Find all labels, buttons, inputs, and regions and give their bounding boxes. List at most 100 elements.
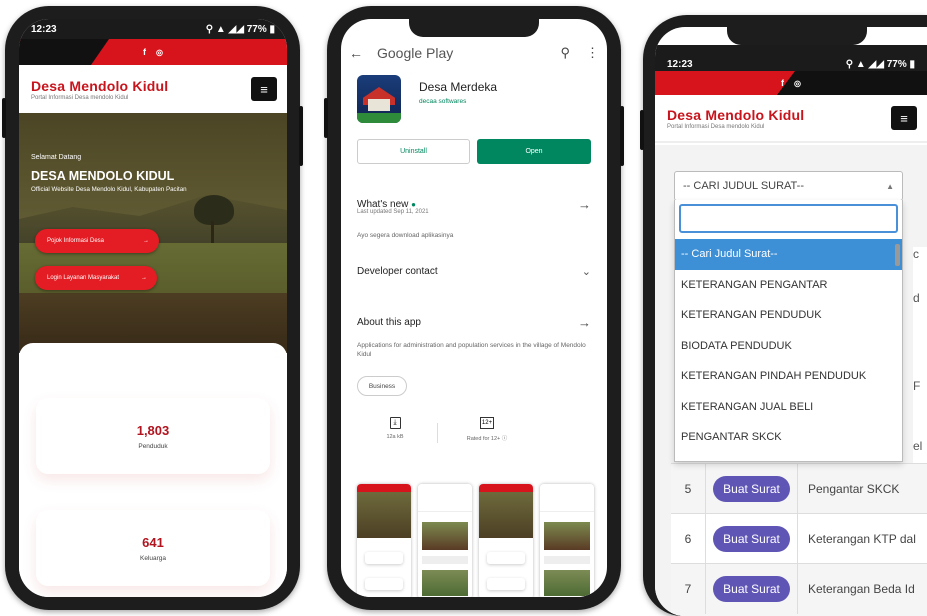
info-row: ⤓ 12a kB 12+ Rated for 12+ ⓘ (357, 417, 591, 451)
more-vert-icon[interactable]: ⋮ (586, 45, 599, 61)
row-number: 5 (684, 482, 692, 496)
hero-section: Selamat Datang DESA MENDOLO KIDUL Offici… (19, 113, 287, 353)
facebook-icon[interactable]: f (781, 78, 784, 88)
arrow-right-icon: → (141, 275, 147, 281)
facebook-icon[interactable]: f (143, 47, 146, 57)
row-number: 7 (684, 582, 692, 596)
phone-frame-left: 12:23 ⚲ ▲ ◢◢ 77% ▮ f ◎ Desa Mendolo Kidu… (2, 6, 303, 610)
row-title: Pengantar SKCK (797, 464, 927, 514)
download-size: ⤓ 12a kB (386, 417, 404, 440)
phone-screen-right: 12:23 ⚲ ▲ ◢◢ 77% ▮ f ◎ Desa Mendolo Kidu… (655, 27, 927, 616)
screenshot-thumb-4[interactable] (540, 484, 594, 597)
site-header: Desa Mendolo Kidul Portal Informasi Desa… (19, 65, 287, 113)
camera-notch (727, 27, 867, 45)
stat-label: Keluarga (139, 554, 167, 562)
open-button[interactable]: Open (477, 139, 591, 164)
site-title[interactable]: Desa Mendolo Kidul (31, 78, 168, 94)
instagram-icon[interactable]: ◎ (156, 48, 163, 57)
about-text: Applications for administration and popu… (357, 342, 586, 358)
play-toolbar: ← Google Play ⚲ ⋮ (341, 39, 607, 67)
phone-screen-left: 12:23 ⚲ ▲ ◢◢ 77% ▮ f ◎ Desa Mendolo Kidu… (19, 19, 287, 597)
phone-frame-middle: ← Google Play ⚲ ⋮ Desa Merdeka decaa sof… (324, 6, 624, 610)
status-battery: ⚲ ▲ ◢◢ 77% ▮ (845, 58, 915, 70)
download-icon: ⤓ (389, 417, 401, 429)
select-value: -- CARI JUDUL SURAT-- (683, 180, 804, 192)
whats-new-text: Ayo segera download aplikasinya (357, 232, 454, 239)
row-title: Keterangan Beda Id (797, 564, 927, 614)
new-dot-icon: ● (411, 200, 416, 209)
uninstall-button[interactable]: Uninstall (357, 139, 470, 164)
instagram-icon[interactable]: ◎ (794, 79, 801, 88)
phone-frame-right: 12:23 ⚲ ▲ ◢◢ 77% ▮ f ◎ Desa Mendolo Kidu… (640, 15, 927, 616)
dropdown-option[interactable]: KETERANGAN PINDAH PENDUDUK (675, 361, 902, 392)
dropdown-option[interactable]: PENGANTAR SKCK (675, 422, 902, 453)
app-name: Desa Merdeka (419, 80, 498, 94)
about-title: About this app (357, 317, 421, 328)
arrow-right-icon[interactable]: → (578, 197, 591, 212)
dropdown-option-selected[interactable]: -- Cari Judul Surat-- (675, 239, 902, 270)
stat-value: 1,803 (136, 422, 170, 438)
dropdown-option[interactable]: KETERANGAN JUAL BELI (675, 392, 902, 423)
arrow-right-icon: → (143, 238, 149, 244)
dropdown-option[interactable]: KETERANGAN PENGANTAR (675, 270, 902, 301)
select-dropdown: -- Cari Judul Surat-- KETERANGAN PENGANT… (674, 200, 903, 462)
stat-label: Penduduk (138, 442, 168, 450)
row-title: Keterangan KTP dal (797, 514, 927, 564)
whats-new-section[interactable]: What's new ● → Last updated Sep 11, 2021… (357, 197, 591, 239)
info-desa-button[interactable]: Pojok Informasi Desa → (35, 229, 159, 253)
developer-contact-label: Developer contact (357, 266, 438, 277)
rating-badge-icon: 12+ (480, 417, 494, 429)
caret-up-icon: ▲ (886, 181, 894, 191)
phone-screen-middle: ← Google Play ⚲ ⋮ Desa Merdeka decaa sof… (341, 19, 607, 597)
table-row: 7 Buat Surat Keterangan Beda Id (671, 563, 927, 616)
about-row[interactable]: About this app → (357, 315, 591, 330)
social-bar: f ◎ (19, 39, 287, 65)
chevron-down-icon: ⌄ (581, 266, 591, 278)
hero-description: Official Website Desa Mendolo Kidul, Kab… (31, 186, 187, 193)
status-bar: 12:23 ⚲ ▲ ◢◢ 77% ▮ (19, 19, 287, 39)
camera-notch (409, 19, 539, 37)
developer-contact-row[interactable]: Developer contact ⌄ (357, 265, 591, 278)
social-bar: f ◎ (655, 71, 927, 95)
site-subtitle: Portal Informasi Desa mendolo Kidul (31, 94, 129, 101)
whats-new-date: Last updated Sep 11, 2021 (357, 209, 429, 215)
buat-surat-button[interactable]: Buat Surat (713, 526, 790, 552)
site-header: Desa Mendolo Kidul Portal Informasi Desa… (655, 95, 927, 143)
content-rating: 12+ Rated for 12+ ⓘ (452, 417, 522, 442)
table-peek-column: c d F el (913, 247, 927, 463)
status-battery: ⚲ ▲ ◢◢ 77% ▮ (205, 23, 275, 35)
table-row: 6 Buat Surat Keterangan KTP dal (671, 513, 927, 564)
search-icon[interactable]: ⚲ (560, 45, 570, 61)
buat-surat-button[interactable]: Buat Surat (713, 576, 790, 602)
site-subtitle: Portal Informasi Desa mendolo Kidul (667, 123, 765, 130)
stats-section: 1,803 Penduduk 641 Keluarga (19, 343, 287, 597)
dropdown-option[interactable]: BIODATA PENDUDUK (675, 331, 902, 362)
back-arrow-icon[interactable]: ← (349, 45, 377, 61)
developer-link[interactable]: decaa softwares (419, 98, 466, 105)
stat-card-penduduk: 1,803 Penduduk (36, 398, 270, 474)
app-icon (357, 75, 401, 123)
store-title: Google Play (377, 45, 454, 61)
letters-table: 5 Buat Surat Pengantar SKCK 6 Buat Surat… (671, 463, 927, 616)
site-title[interactable]: Desa Mendolo Kidul (667, 107, 804, 123)
buat-surat-button[interactable]: Buat Surat (713, 476, 790, 502)
dropdown-scrollbar[interactable] (895, 244, 900, 266)
arrow-right-icon: → (578, 315, 591, 330)
table-row: 5 Buat Surat Pengantar SKCK (671, 463, 927, 514)
status-time: 12:23 (667, 58, 693, 70)
stat-value: 641 (142, 534, 164, 550)
login-layanan-button[interactable]: Login Layanan Masyarakat → (35, 266, 157, 290)
hero-welcome: Selamat Datang (31, 154, 82, 161)
screenshot-thumb-2[interactable] (418, 484, 472, 597)
menu-icon[interactable]: ≡ (251, 77, 277, 101)
dropdown-option[interactable]: KETERANGAN PENDUDUK (675, 300, 902, 331)
menu-icon[interactable]: ≡ (891, 106, 917, 130)
stat-card-keluarga: 641 Keluarga (36, 510, 270, 586)
category-chip[interactable]: Business (357, 376, 407, 396)
dropdown-search-input[interactable] (679, 204, 898, 233)
screenshot-thumb-3[interactable] (479, 484, 533, 597)
surat-select[interactable]: -- CARI JUDUL SURAT-- ▲ (674, 171, 903, 201)
row-number: 6 (684, 532, 692, 546)
hero-title: DESA MENDOLO KIDUL (31, 169, 175, 183)
screenshot-thumb-1[interactable] (357, 484, 411, 597)
